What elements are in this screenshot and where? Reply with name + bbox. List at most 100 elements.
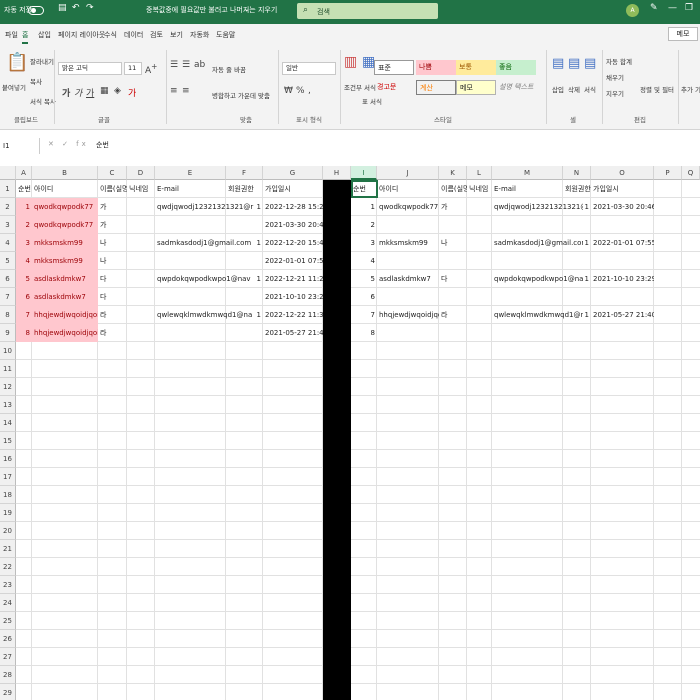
- right_table-cell[interactable]: 2: [351, 216, 377, 234]
- column-header-k[interactable]: K: [439, 166, 467, 180]
- conditional-format-icon[interactable]: ▥: [344, 54, 357, 70]
- left_table-header-cell[interactable]: 회원권한: [226, 180, 263, 198]
- underline-icon[interactable]: 가: [86, 86, 94, 99]
- row-header-2[interactable]: 2: [0, 198, 16, 216]
- left_table-cell[interactable]: 2021-05-27 21:40:21: [263, 324, 323, 342]
- paste-button[interactable]: 붙여넣기: [2, 82, 26, 92]
- wrap-text-button[interactable]: 자동 줄 바꿈: [212, 64, 246, 74]
- left_table-cell[interactable]: 2022-12-21 11:22:45: [263, 270, 323, 288]
- right_table-header-cell[interactable]: 닉네임: [467, 180, 492, 198]
- pen-icon[interactable]: ✎: [650, 3, 658, 13]
- italic-icon[interactable]: 가: [74, 86, 82, 99]
- left_table-cell[interactable]: 1: [16, 198, 32, 216]
- memo-button[interactable]: 메모: [668, 27, 698, 41]
- delete-cells-icon[interactable]: ▤: [568, 56, 580, 71]
- left_table-cell[interactable]: 1: [226, 198, 263, 216]
- left_table-cell[interactable]: 2022-12-20 15:48:03: [263, 234, 323, 252]
- left_table-cell[interactable]: 7: [16, 306, 32, 324]
- row-header-3[interactable]: 3: [0, 216, 16, 234]
- tab-page-layout[interactable]: 페이지 레이아웃: [58, 30, 105, 40]
- fill-button[interactable]: 채우기: [606, 72, 624, 82]
- align-center-icon[interactable]: ≡: [182, 86, 190, 96]
- left_table-cell[interactable]: 8: [16, 324, 32, 342]
- left_table-cell[interactable]: 가: [98, 198, 127, 216]
- style-good[interactable]: 좋음: [496, 60, 536, 75]
- style-neutral[interactable]: 보통: [456, 60, 496, 75]
- right_table-cell[interactable]: 다: [439, 270, 467, 288]
- column-header-o[interactable]: O: [591, 166, 654, 180]
- tab-automate[interactable]: 자동화: [190, 30, 209, 40]
- style-warning[interactable]: 경고문: [374, 80, 414, 95]
- right_table-cell[interactable]: 2022-01-01 07:55:43: [591, 234, 654, 252]
- row-header-15[interactable]: 15: [0, 432, 16, 450]
- right_table-cell[interactable]: 가: [439, 198, 467, 216]
- row-header-14[interactable]: 14: [0, 414, 16, 432]
- row-header-18[interactable]: 18: [0, 486, 16, 504]
- comma-icon[interactable]: ,: [308, 86, 311, 96]
- row-header-19[interactable]: 19: [0, 504, 16, 522]
- clear-button[interactable]: 지우기: [606, 88, 624, 98]
- autosum-button[interactable]: 자동 합계: [606, 56, 632, 66]
- format-cells-icon[interactable]: ▤: [584, 56, 596, 71]
- left_table-cell[interactable]: 다: [98, 270, 127, 288]
- sort-filter-button[interactable]: 정렬 및 필터: [640, 84, 674, 94]
- fill-color-icon[interactable]: ◈: [114, 86, 121, 96]
- row-header-9[interactable]: 9: [0, 324, 16, 342]
- row-header-26[interactable]: 26: [0, 630, 16, 648]
- right_table-header-cell[interactable]: E-mail: [492, 180, 563, 198]
- font-color-icon[interactable]: 가: [128, 86, 136, 99]
- font-name-select[interactable]: 맑은 고딕: [58, 62, 122, 75]
- style-normal[interactable]: 표준: [374, 60, 414, 75]
- right_table-cell[interactable]: hhqjewdjwqoidjqoi1: [377, 306, 439, 324]
- left_table-header-cell[interactable]: 아이디: [32, 180, 98, 198]
- left_table-cell[interactable]: 다: [98, 288, 127, 306]
- spreadsheet-grid[interactable]: A B C D E F G H I J K L M N O P Q 1 2 3 4 5 6 7 8 9 10 11 12 13 14 15 16…: [0, 166, 700, 700]
- right_table-header-cell[interactable]: 아이디: [377, 180, 439, 198]
- formula-icons[interactable]: ✕ ✓ fx: [48, 140, 89, 148]
- right_table-cell[interactable]: 5: [351, 270, 377, 288]
- left_table-cell[interactable]: hhqjewdjwqoidjqoi1: [32, 306, 98, 324]
- number-format-select[interactable]: 일반: [282, 62, 336, 75]
- select-all-corner[interactable]: [0, 166, 16, 180]
- left_table-cell[interactable]: 2022-01-01 07:55:43: [263, 252, 323, 270]
- row-header-4[interactable]: 4: [0, 234, 16, 252]
- column-header-i[interactable]: I: [351, 166, 377, 180]
- row-header-1[interactable]: 1: [0, 180, 16, 198]
- tab-data[interactable]: 데이터: [124, 30, 143, 40]
- row-header-11[interactable]: 11: [0, 360, 16, 378]
- format-button[interactable]: 서식: [584, 84, 596, 94]
- right_table-cell[interactable]: 나: [439, 234, 467, 252]
- right_table-cell[interactable]: 1: [351, 198, 377, 216]
- left_table-cell[interactable]: 라: [98, 306, 127, 324]
- left_table-cell[interactable]: 2021-03-30 20:46:22: [263, 216, 323, 234]
- minimize-icon[interactable]: —: [668, 3, 677, 13]
- column-header-g[interactable]: G: [263, 166, 323, 180]
- style-calc[interactable]: 계산: [416, 80, 456, 95]
- left_table-header-cell[interactable]: 순번: [16, 180, 32, 198]
- left_table-cell[interactable]: 1: [226, 234, 263, 252]
- column-header-m[interactable]: M: [492, 166, 563, 180]
- left_table-cell[interactable]: mkksmskm99: [32, 234, 98, 252]
- column-header-q[interactable]: Q: [682, 166, 700, 180]
- name-box[interactable]: I1: [0, 138, 40, 154]
- left_table-header-cell[interactable]: 닉네임: [127, 180, 155, 198]
- column-header-d[interactable]: D: [127, 166, 155, 180]
- copy-button[interactable]: 복사: [30, 76, 42, 86]
- right_table-header-cell[interactable]: 가입일시: [591, 180, 654, 198]
- left_table-header-cell[interactable]: 가입일시: [263, 180, 323, 198]
- formula-input[interactable]: 순번: [96, 140, 109, 150]
- redo-icon[interactable]: ↷: [86, 3, 94, 13]
- right_table-cell[interactable]: 3: [351, 234, 377, 252]
- right_table-cell[interactable]: 라: [439, 306, 467, 324]
- left_table-cell[interactable]: qwodkqwpodk77: [32, 216, 98, 234]
- avatar[interactable]: A: [626, 4, 639, 17]
- undo-icon[interactable]: ↶: [72, 3, 80, 13]
- row-header-10[interactable]: 10: [0, 342, 16, 360]
- right_table-cell[interactable]: 1: [563, 270, 591, 288]
- left_table-cell[interactable]: 가: [98, 216, 127, 234]
- left_table-cell[interactable]: qwodkqwpodk77: [32, 198, 98, 216]
- autosave-toggle[interactable]: [28, 6, 44, 15]
- title-dropdown-icon[interactable]: ⌄: [244, 5, 250, 13]
- right_table-cell[interactable]: 2021-03-30 20:46:22: [591, 198, 654, 216]
- accounting-icon[interactable]: ₩: [284, 86, 293, 96]
